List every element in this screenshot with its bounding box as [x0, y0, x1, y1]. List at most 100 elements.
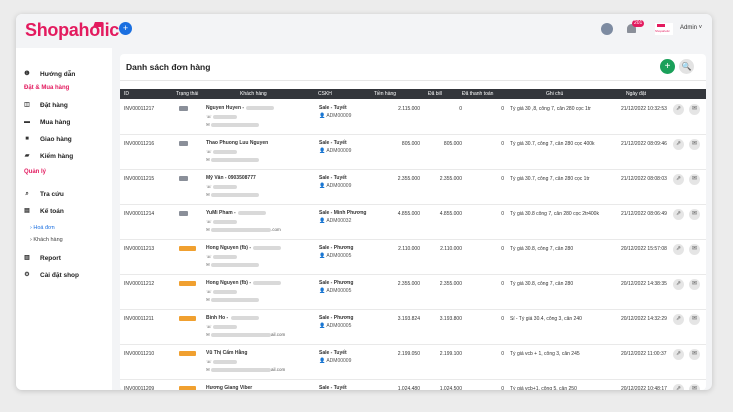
- table-row[interactable]: INV00011214 YuMi Pham - ☏ ✉ .com Sale - Mi…: [120, 205, 706, 240]
- message-icon[interactable]: ✉: [689, 244, 700, 255]
- order-id: INV00011209: [124, 386, 155, 390]
- phone-line: ☏: [206, 114, 237, 120]
- message-icon[interactable]: ✉: [689, 349, 700, 360]
- open-order-icon[interactable]: ⇗: [673, 349, 684, 360]
- section-management: Quản lý: [24, 169, 47, 175]
- table-row[interactable]: INV00011212 Hong Nguyen (fb) - ☏ ✉ Sale -…: [120, 275, 706, 310]
- add-order-button[interactable]: +: [660, 59, 675, 74]
- table-row[interactable]: INV00011217 Nguyen Huyen - ☏ ✉ Sale - Tuy…: [120, 100, 706, 135]
- sidebar-item-shop-settings[interactable]: ⚙ Cài đặt shop: [16, 269, 112, 283]
- table-header: ID Trạng thái Khách hàng CSKH Tiền hàng Đã bi…: [120, 89, 706, 99]
- order-date: 20/12/2022 10:48:17: [621, 386, 667, 390]
- column-header[interactable]: Tiền hàng: [374, 91, 396, 97]
- column-header[interactable]: ID: [124, 91, 129, 97]
- table-row[interactable]: INV00011215 Mỹ Vân - 0903508777 ☏ ✉ Sale -…: [120, 170, 706, 205]
- column-header[interactable]: Trạng thái: [176, 91, 198, 97]
- billed: 2.355.000: [439, 281, 462, 287]
- sidebar-item-purchase[interactable]: ▬ Mua hàng: [16, 116, 112, 130]
- column-header[interactable]: Khách hàng: [240, 91, 267, 97]
- amount: 2.110.000: [398, 246, 420, 252]
- message-icon[interactable]: ✉: [689, 384, 700, 390]
- table-row[interactable]: INV00011216 Thao Phuong Luu Nguyen ☏ ✉ Sal…: [120, 135, 706, 170]
- paid: 0: [501, 351, 504, 357]
- search-button[interactable]: 🔍: [679, 59, 694, 74]
- page-title: Danh sách đơn hàng: [126, 62, 211, 72]
- message-icon[interactable]: ✉: [689, 104, 700, 115]
- menu-toggle-button[interactable]: +: [119, 22, 132, 35]
- note: Tỷ giá 30.8, công 7, cân 280: [510, 246, 574, 252]
- message-icon[interactable]: ✉: [689, 314, 700, 325]
- table-row[interactable]: INV00011211 Binh Ho - ☏ ✉ ail.com Sale - P…: [120, 310, 706, 345]
- globe-icon[interactable]: [601, 23, 613, 35]
- section-order-purchase: Đặt & Mua hàng: [24, 85, 70, 91]
- settings-icon: ⚙: [24, 272, 30, 278]
- avatar[interactable]: Shopaholic: [655, 23, 673, 35]
- sidebar-item-check[interactable]: ▰ Kiểm hàng: [16, 150, 112, 164]
- sidebar-sub-customers[interactable]: › Khách hàng: [30, 237, 63, 243]
- status-badge: [179, 351, 196, 356]
- column-header[interactable]: Ghi chú: [546, 91, 563, 97]
- open-order-icon[interactable]: ⇗: [673, 384, 684, 390]
- status-badge: [179, 246, 196, 251]
- staff-id: 👤 ADM00005: [319, 323, 352, 329]
- sidebar-item-delivery[interactable]: ■ Giao hàng: [16, 133, 112, 147]
- sidebar-sub-invoice[interactable]: › Hoá đơn: [30, 225, 55, 231]
- open-order-icon[interactable]: ⇗: [673, 314, 684, 325]
- user-menu[interactable]: Admin ˅: [680, 25, 702, 31]
- order-id: INV00011216: [124, 141, 155, 147]
- message-icon[interactable]: ✉: [689, 139, 700, 150]
- sidebar-item-lookup[interactable]: ⌕ Tra cứu: [16, 188, 112, 202]
- order-id: INV00011215: [124, 176, 155, 182]
- phone-line: ☏: [206, 289, 237, 295]
- staff-name: Sale - Tuyết: [319, 140, 347, 146]
- message-icon[interactable]: ✉: [689, 279, 700, 290]
- notification-bell-icon[interactable]: 201: [626, 20, 645, 35]
- table-row[interactable]: INV00011213 Hong Nguyen (fb) - ☏ ✉ Sale -…: [120, 240, 706, 275]
- open-order-icon[interactable]: ⇗: [673, 104, 684, 115]
- box-icon: ▰: [24, 153, 30, 159]
- open-order-icon[interactable]: ⇗: [673, 279, 684, 290]
- billed: 1.024.500: [439, 386, 462, 390]
- email-line: ✉ ail.com: [206, 367, 286, 372]
- note: Sỉ - Tỷ giá 30.4, công 3, cân 240: [510, 316, 582, 322]
- note: Tỷ giá 30.8 công 7, cân 280 cọc 2tr400k: [510, 211, 599, 217]
- status-badge: [179, 316, 196, 321]
- note: Tỷ giá 30.7, công 7, cân 280 cọc 400k: [510, 141, 595, 147]
- sidebar-item-accounting[interactable]: ▤ Kế toán: [16, 205, 112, 219]
- shopaholic-logo[interactable]: Shopaholic: [25, 20, 119, 41]
- sidebar-item-order[interactable]: ◫ Đặt hàng: [16, 99, 112, 113]
- billed: 2.110.000: [440, 246, 462, 252]
- amount: 3.193.824: [397, 316, 420, 322]
- sidebar-item-guide[interactable]: ❶ Hướng dẫn: [16, 68, 112, 82]
- staff-name: Sale - Tuyết: [319, 350, 347, 356]
- billed: 2.355.000: [439, 176, 462, 182]
- open-order-icon[interactable]: ⇗: [673, 174, 684, 185]
- open-order-icon[interactable]: ⇗: [673, 209, 684, 220]
- customer-name: YuMi Pham -: [206, 210, 267, 216]
- order-id: INV00011214: [124, 211, 155, 217]
- message-icon[interactable]: ✉: [689, 174, 700, 185]
- note: Tỷ giá vcb+1, công 5, cân 250: [510, 386, 577, 390]
- accounting-icon: ▤: [24, 208, 30, 214]
- order-date: 20/12/2022 14:38:35: [621, 281, 667, 287]
- amount: 805.000: [401, 141, 420, 147]
- table-row[interactable]: INV00011209Hương Giang Viber☏ ✉ Sale - T…: [120, 380, 706, 390]
- paid: 0: [501, 141, 504, 147]
- billed: 3.193.800: [439, 316, 462, 322]
- table-row[interactable]: INV00011210 Vũ Thị Cẩm Hằng ☏ ✉ ail.com Sal…: [120, 345, 706, 380]
- info-icon: ❶: [24, 71, 30, 77]
- column-header[interactable]: Ngày đặt: [626, 91, 646, 97]
- email-line: ✉: [206, 192, 260, 198]
- message-icon[interactable]: ✉: [689, 209, 700, 220]
- column-header[interactable]: Đã bill: [428, 91, 442, 97]
- sidebar-item-report[interactable]: ▥ Report: [16, 252, 112, 266]
- column-header[interactable]: Đã thanh toán: [462, 91, 493, 97]
- column-header[interactable]: CSKH: [318, 91, 332, 97]
- note: Tỷ giá 30 ,8, công 7, cân 280 cọc 1tr: [510, 106, 591, 112]
- email-line: ✉: [206, 297, 260, 303]
- staff-id: 👤 ADM00005: [319, 288, 352, 294]
- open-order-icon[interactable]: ⇗: [673, 244, 684, 255]
- open-order-icon[interactable]: ⇗: [673, 139, 684, 150]
- amount: 4.855.000: [397, 211, 420, 217]
- sidebar: ❶ Hướng dẫn Đặt & Mua hàng ◫ Đặt hàng ▬ Mua…: [16, 48, 112, 390]
